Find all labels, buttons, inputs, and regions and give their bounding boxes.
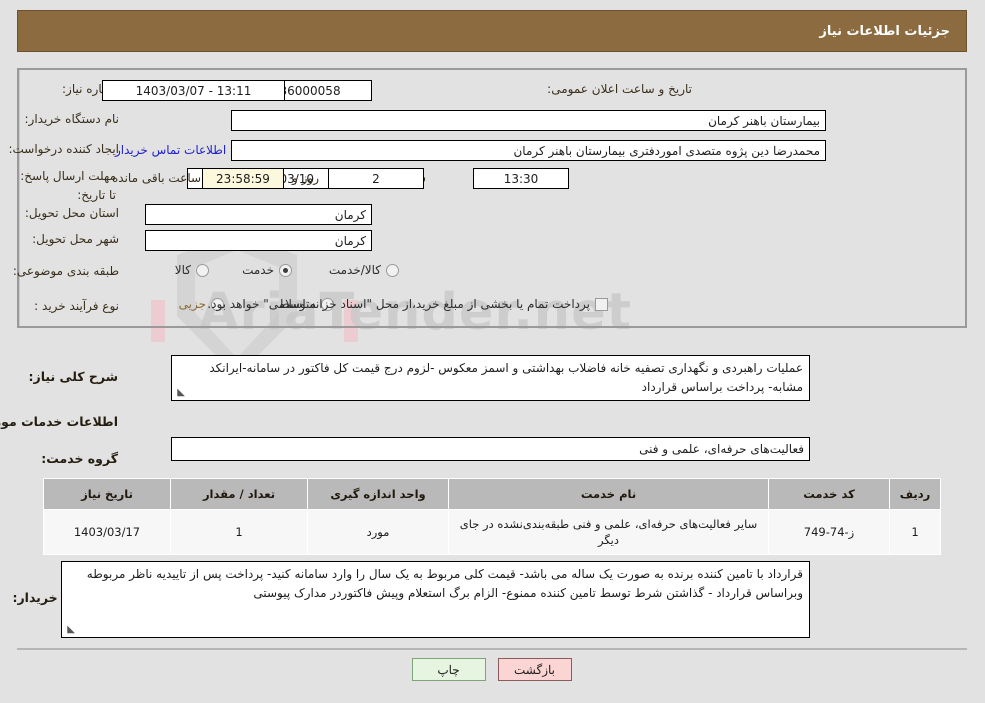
deadline-label-wrap: مهلت ارسال پاسخ: تا تاریخ: [21,165,117,203]
col-unit: واحد اندازه گیری [308,478,450,510]
resize-grip-icon[interactable]: ◣ [176,388,186,398]
creator-label-wrap: ایجاد کننده درخواست: [9,142,120,157]
deadline-time-value: 13:30 [474,168,570,189]
service-group-value: فعالیت‌های حرفه‌ای، علمی و فنی [172,437,811,461]
cell-quantity: 1 [171,509,309,555]
back-button[interactable]: بازگشت [498,658,573,681]
notes-resize-grip-icon[interactable]: ◣ [66,625,76,635]
creator-value: محمدرضا دین پژوه متصدی اموردفتری بیمارست… [232,140,827,161]
summary-value: عملیات راهبردی و نگهداری تصفیه خانه فاضل… [172,355,811,401]
category-option-goods-service[interactable]: کالا/خدمت [330,263,400,277]
col-row-no: ردیف [890,478,942,510]
category-label: طبقه بندی موضوعی: [13,264,120,278]
announce-label-wrap: تاریخ و ساعت اعلان عمومی: [548,82,693,97]
deadline-label: مهلت ارسال پاسخ: تا تاریخ: [21,169,117,202]
page-root: AriaTender.net جزئیات اطلاعات نیاز شماره… [0,0,985,703]
cell-row-no: 1 [890,509,942,555]
announce-datetime-label: تاریخ و ساعت اعلان عمومی: [548,82,693,96]
category-option-goods-service-label: کالا/خدمت [329,263,382,277]
table-header-row: ردیف کد خدمت نام خدمت واحد اندازه گیری ت… [44,478,942,510]
process-option-minor-label: جزیی [179,297,207,311]
services-table: ردیف کد خدمت نام خدمت واحد اندازه گیری ت… [44,478,942,555]
buyer-org-value: بیمارستان باهنر کرمان [232,110,827,131]
buyer-org-label-wrap: نام دستگاه خریدار: [26,112,121,127]
category-option-goods[interactable]: کالا [176,263,210,277]
announce-datetime-value: 1403/03/07 - 13:11 [103,80,286,101]
summary-text: عملیات راهبردی و نگهداری تصفیه خانه فاضل… [210,361,804,394]
process-type-label: نوع فرآیند خرید : [35,299,120,313]
countdown-timer: 23:58:59 [203,168,285,189]
category-option-service-label: خدمت [243,263,275,277]
city-value: کرمان [146,230,373,251]
print-button[interactable]: چاپ [412,658,487,681]
radio-goods-service-icon[interactable] [387,263,400,277]
province-value: کرمان [146,204,373,225]
bottom-separator [18,648,968,650]
radio-service-icon[interactable] [280,263,293,277]
col-quantity: تعداد / مقدار [171,478,309,510]
treasury-checkbox-wrap[interactable]: پرداخت تمام یا بخشی از مبلغ خرید،از محل … [208,297,609,311]
page-title: جزئیات اطلاعات نیاز [820,23,951,39]
col-need-date: تاریخ نیاز [44,478,172,510]
summary-label: شرح کلی نیاز: [29,369,119,384]
cell-service-name: سایر فعالیت‌های حرفه‌ای، علمی و فنی طبقه… [449,509,770,555]
creator-label: ایجاد کننده درخواست: [9,142,120,156]
city-label-wrap: شهر محل تحویل: [33,232,120,247]
remaining-label: ساعت باقی مانده [113,171,203,185]
button-bar: بازگشت چاپ [0,658,985,681]
province-label-wrap: استان محل تحویل: [26,206,120,221]
buyer-org-label: نام دستگاه خریدار: [25,112,121,126]
cell-unit: مورد [308,509,450,555]
cell-need-date: 1403/03/17 [44,509,172,555]
page-title-bar: جزئیات اطلاعات نیاز [18,10,968,52]
category-option-goods-label: کالا [175,263,192,277]
process-label-wrap: نوع فرآیند خرید : [35,299,120,314]
col-service-name: نام خدمت [449,478,770,510]
buyer-notes-value: قرارداد با تامین کننده برنده به صورت یک … [62,561,811,638]
category-label-wrap: طبقه بندی موضوعی: [14,264,120,279]
days-remaining-value: 2 [329,168,425,189]
buyer-contact-link[interactable]: اطلاعات تماس خریدار [116,143,227,157]
service-group-label: گروه خدمت: [42,451,119,466]
city-label: شهر محل تحویل: [33,232,120,246]
category-option-service[interactable]: خدمت [243,263,293,277]
cell-service-code: ز-74-749 [769,509,891,555]
province-label: استان محل تحویل: [25,206,120,220]
need-info-panel [18,68,968,328]
services-section-title: اطلاعات خدمات مورد نیاز [0,414,119,429]
treasury-checkbox-icon[interactable] [596,297,609,311]
col-service-code: کد خدمت [769,478,891,510]
table-row: 1 ز-74-749 سایر فعالیت‌های حرفه‌ای، علمی… [44,509,942,555]
treasury-checkbox-label: پرداخت تمام یا بخشی از مبلغ خرید،از محل … [208,297,591,311]
days-label: روز و [293,171,320,185]
buyer-notes-text: قرارداد با تامین کننده برنده به صورت یک … [87,567,804,600]
radio-goods-icon[interactable] [197,263,210,277]
